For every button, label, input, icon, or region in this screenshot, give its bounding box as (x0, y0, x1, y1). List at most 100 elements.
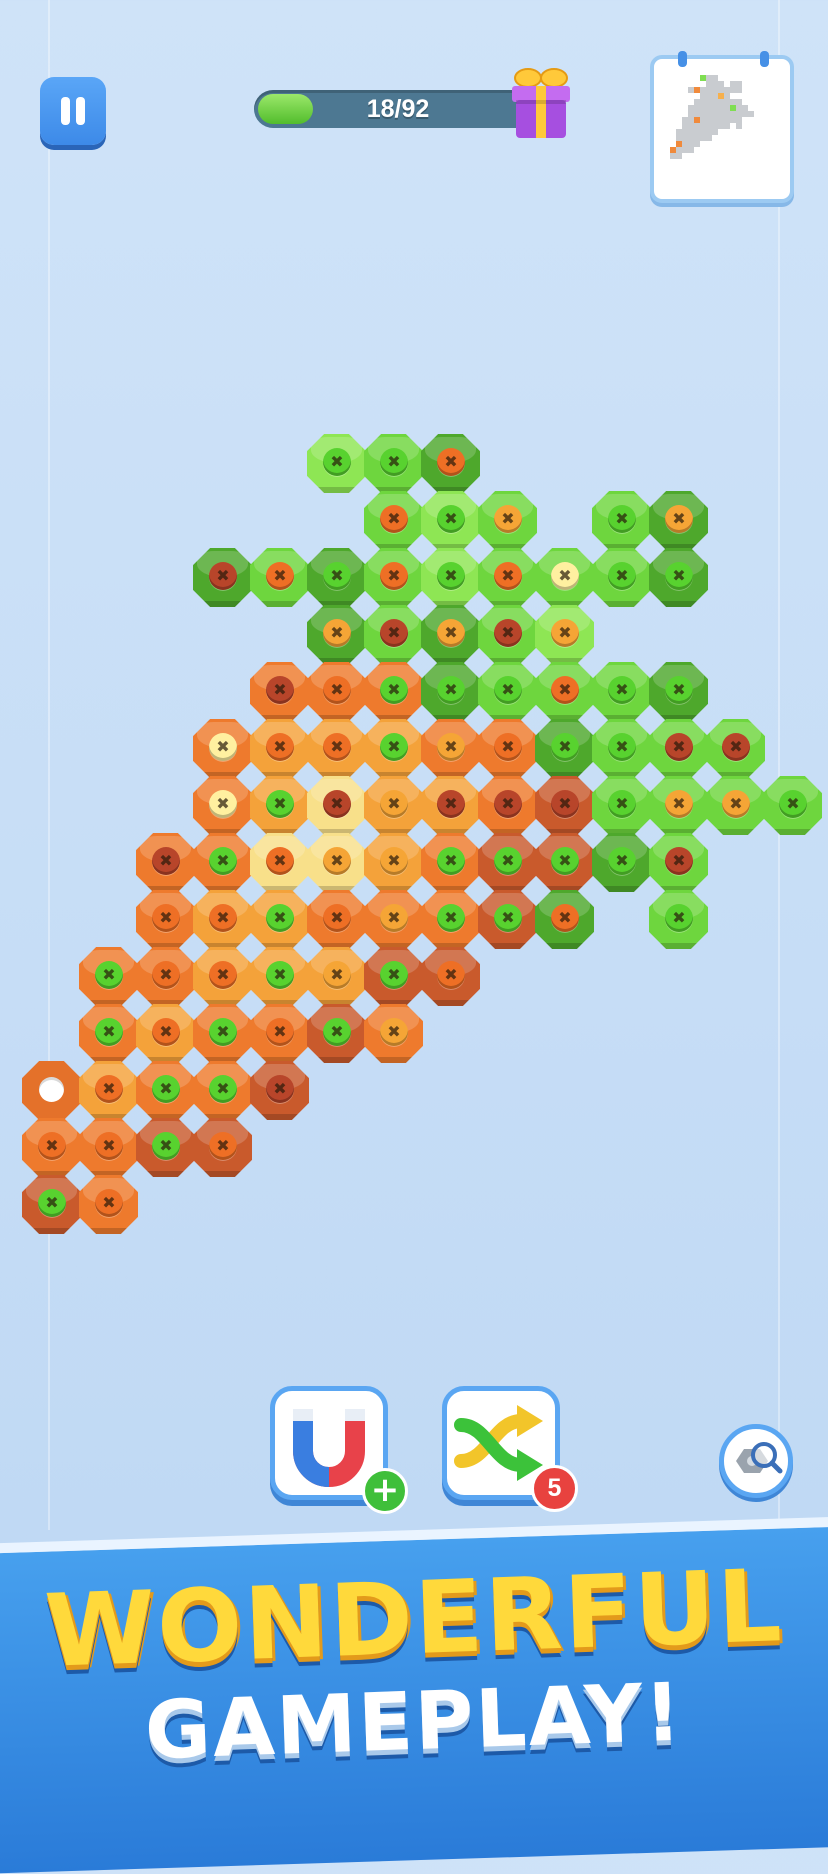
board-tile[interactable]: ✖ (193, 548, 252, 607)
screw[interactable]: ✖ (437, 562, 465, 590)
screw[interactable]: ✖ (152, 961, 180, 989)
board-tile[interactable]: ✖ (649, 548, 708, 607)
screw[interactable]: ✖ (152, 1018, 180, 1046)
screw[interactable]: ✖ (665, 505, 693, 533)
screw[interactable]: ✖ (437, 676, 465, 704)
screw[interactable]: ✖ (323, 562, 351, 590)
screw[interactable]: ✖ (266, 562, 294, 590)
board-tile[interactable]: ✖ (421, 776, 480, 835)
board-tile[interactable]: ✖ (649, 719, 708, 778)
screw[interactable]: ✖ (380, 733, 408, 761)
board-tile[interactable]: ✖ (421, 605, 480, 664)
magnet-add-badge[interactable]: + (362, 1468, 408, 1514)
screw[interactable]: ✖ (494, 904, 522, 932)
board-tile[interactable]: ✖ (250, 1061, 309, 1120)
screw[interactable]: ✖ (380, 904, 408, 932)
screw[interactable]: ✖ (209, 961, 237, 989)
screw[interactable]: ✖ (494, 619, 522, 647)
screw[interactable]: ✖ (551, 847, 579, 875)
screw[interactable]: ✖ (437, 961, 465, 989)
screw[interactable]: ✖ (380, 790, 408, 818)
screw[interactable]: ✖ (323, 904, 351, 932)
screw[interactable]: ✖ (95, 961, 123, 989)
screw[interactable]: ✖ (380, 448, 408, 476)
screw[interactable]: ✖ (437, 619, 465, 647)
board-tile[interactable]: ✖ (592, 719, 651, 778)
screw[interactable]: ✖ (152, 1075, 180, 1103)
screw[interactable]: ✖ (380, 676, 408, 704)
board-tile[interactable]: ✖ (79, 1118, 138, 1177)
board-tile[interactable]: ✖ (364, 833, 423, 892)
screw[interactable]: ✖ (380, 562, 408, 590)
board-tile[interactable]: ✖ (364, 719, 423, 778)
screw[interactable]: ✖ (95, 1189, 123, 1217)
screw[interactable]: ✖ (95, 1018, 123, 1046)
board-tile[interactable]: ✖ (649, 662, 708, 721)
board-tile[interactable]: ✖ (592, 776, 651, 835)
board-tile[interactable]: ✖ (535, 548, 594, 607)
board-tile[interactable]: ✖ (478, 548, 537, 607)
screw[interactable]: ✖ (152, 904, 180, 932)
board-tile[interactable]: ✖ (307, 434, 366, 493)
screw[interactable]: ✖ (266, 676, 294, 704)
board-tile[interactable]: ✖ (79, 1175, 138, 1234)
screw[interactable]: ✖ (608, 505, 636, 533)
board-tile[interactable]: ✖ (79, 947, 138, 1006)
board-tile[interactable]: ✖ (535, 833, 594, 892)
board-tile[interactable]: ✖ (649, 491, 708, 550)
screw[interactable]: ✖ (323, 1018, 351, 1046)
screw[interactable]: ✖ (437, 847, 465, 875)
screw[interactable]: ✖ (152, 847, 180, 875)
screw[interactable]: ✖ (494, 505, 522, 533)
board-tile[interactable]: ✖ (364, 548, 423, 607)
screw[interactable]: ✖ (95, 1132, 123, 1160)
screw[interactable]: ✖ (494, 847, 522, 875)
screw[interactable]: ✖ (323, 448, 351, 476)
screw[interactable]: ✖ (551, 619, 579, 647)
screw[interactable]: ✖ (38, 1189, 66, 1217)
find-screw-button[interactable] (719, 1424, 793, 1498)
screw[interactable]: ✖ (551, 676, 579, 704)
board-tile[interactable]: ✖ (250, 1004, 309, 1063)
board-tile[interactable]: ✖ (193, 890, 252, 949)
screw[interactable]: ✖ (323, 847, 351, 875)
board-tile[interactable]: ✖ (364, 491, 423, 550)
board-tile[interactable]: ✖ (421, 947, 480, 1006)
board-tile[interactable]: ✖ (193, 947, 252, 1006)
board-tile[interactable]: ✖ (250, 719, 309, 778)
board-tile[interactable]: ✖ (478, 833, 537, 892)
screw[interactable]: ✖ (437, 505, 465, 533)
screw[interactable]: ✖ (665, 676, 693, 704)
board-tile[interactable]: ✖ (136, 947, 195, 1006)
screw[interactable]: ✖ (551, 790, 579, 818)
board-tile[interactable]: ✖ (307, 890, 366, 949)
screw[interactable]: ✖ (209, 904, 237, 932)
board-tile[interactable]: ✖ (250, 833, 309, 892)
screw[interactable]: ✖ (266, 733, 294, 761)
screw[interactable]: ✖ (494, 562, 522, 590)
board-tile[interactable]: ✖ (250, 890, 309, 949)
board-tile[interactable]: ✖ (136, 890, 195, 949)
screw[interactable]: ✖ (323, 676, 351, 704)
board-tile[interactable]: ✖ (307, 833, 366, 892)
screw[interactable]: ✖ (266, 1018, 294, 1046)
board-tile[interactable]: ✖ (193, 1061, 252, 1120)
screw[interactable]: ✖ (608, 562, 636, 590)
board-tile[interactable]: ✖ (22, 1175, 81, 1234)
screw[interactable]: ✖ (779, 790, 807, 818)
board-tile[interactable]: ✖ (193, 833, 252, 892)
screw[interactable]: ✖ (323, 733, 351, 761)
board-tile[interactable]: ✖ (592, 491, 651, 550)
board-tile[interactable]: ✖ (535, 776, 594, 835)
screw[interactable]: ✖ (266, 961, 294, 989)
screw[interactable]: ✖ (209, 790, 237, 818)
screw[interactable]: ✖ (437, 733, 465, 761)
board-tile[interactable]: ✖ (307, 776, 366, 835)
screw[interactable]: ✖ (551, 733, 579, 761)
board-tile[interactable]: ✖ (535, 719, 594, 778)
screw[interactable]: ✖ (665, 847, 693, 875)
board-tile[interactable]: ✖ (307, 719, 366, 778)
screw[interactable]: ✖ (494, 790, 522, 818)
screw[interactable]: ✖ (152, 1132, 180, 1160)
board-tile[interactable]: ✖ (478, 491, 537, 550)
